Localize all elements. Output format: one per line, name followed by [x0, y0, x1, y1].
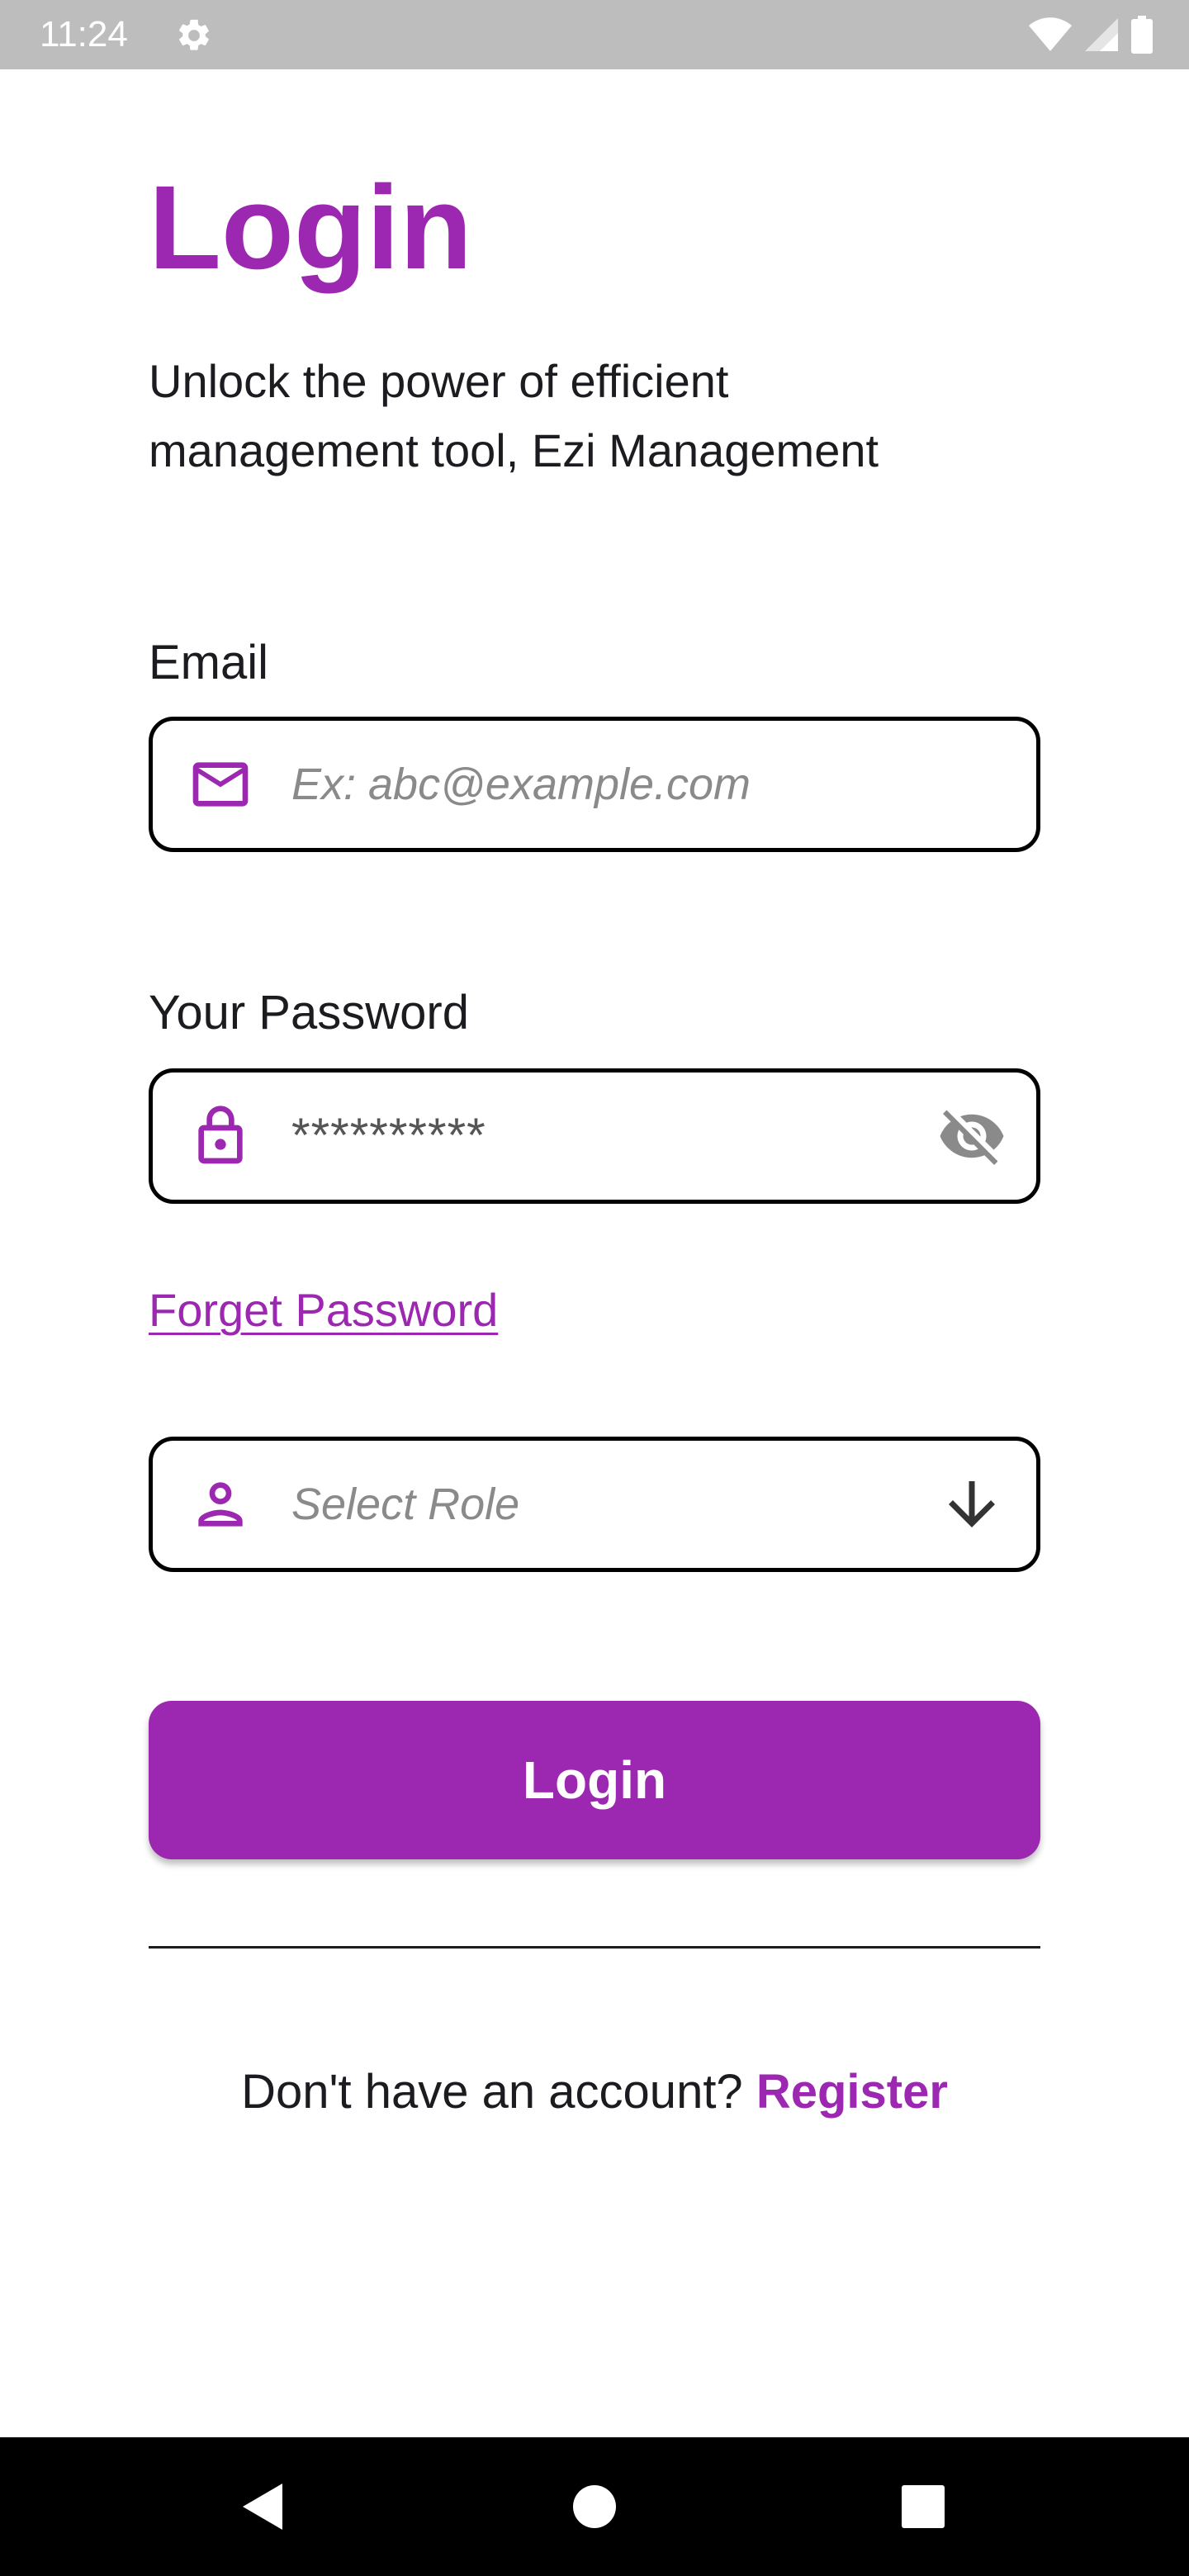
person-icon	[198, 1482, 243, 1527]
password-label: Your Password	[149, 986, 469, 1039]
cell-signal-icon	[1085, 18, 1118, 51]
role-select-placeholder: Select Role	[291, 1480, 520, 1529]
password-input[interactable]: **********	[291, 1073, 936, 1200]
status-time: 11:24	[40, 14, 128, 54]
role-select[interactable]: Select Role	[149, 1437, 1040, 1572]
lock-icon	[198, 1106, 243, 1164]
email-input[interactable]	[291, 721, 936, 848]
recents-icon[interactable]	[902, 2485, 945, 2528]
password-field[interactable]: **********	[149, 1068, 1040, 1204]
home-icon[interactable]	[572, 2484, 617, 2529]
page-subtitle: Unlock the power of efficient management…	[149, 355, 879, 476]
page-title: Login	[149, 161, 472, 294]
divider	[149, 1946, 1040, 1949]
eye-off-icon[interactable]	[937, 1101, 1007, 1171]
system-nav-bar	[0, 2437, 1189, 2576]
settings-gear-icon	[179, 19, 209, 50]
register-prompt-text: Don't have an account?	[241, 2065, 743, 2119]
mail-icon	[192, 762, 249, 807]
status-indicators	[1029, 15, 1153, 54]
register-prompt: Don't have an account? Register	[0, 2061, 1189, 2124]
arrow-down-icon[interactable]	[937, 1470, 1007, 1539]
forget-password-link[interactable]: Forget Password	[149, 1281, 498, 1339]
email-label: Email	[149, 636, 269, 689]
register-link[interactable]: Register	[756, 2065, 948, 2119]
battery-icon	[1131, 16, 1153, 54]
status-bar: 11:24	[0, 0, 1189, 69]
email-field[interactable]	[149, 717, 1040, 852]
wifi-icon	[1029, 17, 1072, 51]
login-button[interactable]: Login	[149, 1701, 1040, 1859]
back-icon[interactable]	[239, 2482, 286, 2531]
